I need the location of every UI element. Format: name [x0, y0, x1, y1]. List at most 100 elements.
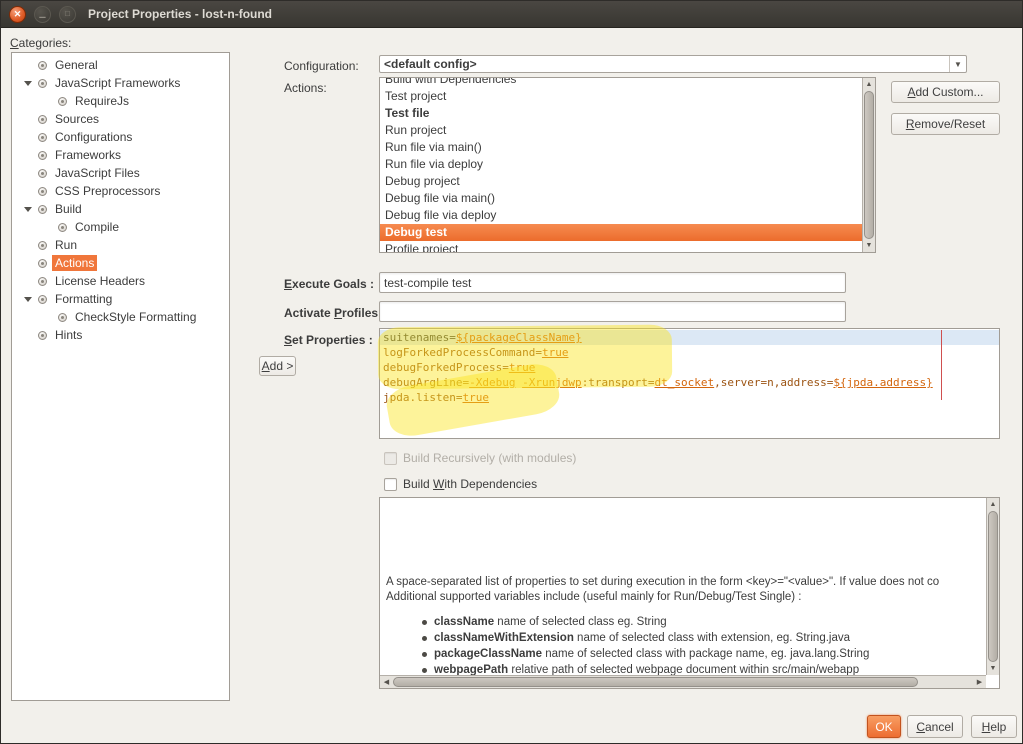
- window-close-icon[interactable]: ✕: [9, 5, 26, 23]
- scrollbar-thumb[interactable]: [864, 91, 874, 239]
- category-item-formatting[interactable]: Formatting: [18, 290, 229, 308]
- set-properties-editor[interactable]: suitenames=${packageClassName} logForkedP…: [379, 328, 1000, 439]
- category-bullet-icon: [38, 258, 47, 268]
- action-item[interactable]: Build with Dependencies: [380, 78, 862, 88]
- scroll-left-icon[interactable]: ◀: [380, 676, 393, 688]
- property-line[interactable]: suitenames=${packageClassName}: [380, 330, 999, 345]
- category-item-actions[interactable]: Actions: [18, 254, 229, 272]
- configuration-label: Configuration:: [284, 59, 359, 73]
- title-bar[interactable]: ✕ ▁ □ Project Properties - lost-n-found: [1, 1, 1022, 28]
- category-item-hints[interactable]: Hints: [18, 326, 229, 344]
- actions-label: Actions:: [284, 81, 327, 95]
- category-bullet-icon: [38, 330, 47, 340]
- categories-label: Categories:: [10, 36, 72, 50]
- scroll-up-icon[interactable]: ▲: [863, 78, 875, 91]
- category-item-label: License Headers: [55, 274, 146, 288]
- category-bullet-icon: [38, 150, 47, 160]
- category-item-sources[interactable]: Sources: [18, 110, 229, 128]
- scrollbar-thumb[interactable]: [988, 511, 998, 662]
- bullet-icon: [422, 635, 427, 641]
- expander-icon[interactable]: [18, 206, 38, 212]
- property-line[interactable]: debugArgLine=-Xdebug -Xrunjdwp:transport…: [380, 375, 999, 390]
- help-horizontal-scrollbar[interactable]: ◀ ▶: [380, 675, 986, 688]
- add-custom-button[interactable]: Add Custom...: [891, 81, 1000, 103]
- expander-icon[interactable]: [18, 80, 38, 86]
- help-paragraph-1: A space-separated list of properties to …: [386, 576, 940, 588]
- project-properties-dialog: ✕ ▁ □ Project Properties - lost-n-found …: [0, 0, 1023, 744]
- category-item-checkstyle-formatting[interactable]: CheckStyle Formatting: [18, 308, 229, 326]
- action-item[interactable]: Run file via main(): [380, 139, 862, 156]
- window-maximize-icon[interactable]: □: [59, 5, 76, 23]
- category-item-javascript-files[interactable]: JavaScript Files: [18, 164, 229, 182]
- category-item-label: Frameworks: [55, 148, 122, 162]
- action-item[interactable]: Profile project: [380, 241, 862, 252]
- property-line[interactable]: debugForkedProcess=true: [380, 360, 999, 375]
- action-item[interactable]: Test file: [380, 105, 862, 122]
- category-item-label: General: [55, 58, 98, 72]
- category-bullet-icon: [38, 240, 47, 250]
- property-line[interactable]: jpda.listen=true: [380, 390, 999, 405]
- category-bullet-icon: [38, 78, 47, 88]
- category-item-general[interactable]: General: [18, 56, 229, 74]
- category-item-frameworks[interactable]: Frameworks: [18, 146, 229, 164]
- scrollbar-thumb[interactable]: [393, 677, 918, 687]
- scroll-right-icon[interactable]: ▶: [973, 676, 986, 688]
- window-title: Project Properties - lost-n-found: [88, 7, 273, 21]
- build-with-dependencies-label: Build With Dependencies: [403, 477, 538, 491]
- actions-vertical-scrollbar[interactable]: ▲ ▼: [862, 78, 875, 252]
- configuration-combobox[interactable]: <default config> ▼: [379, 55, 967, 73]
- build-recursively-label: Build Recursively (with modules): [403, 451, 577, 465]
- property-line[interactable]: logForkedProcessCommand=true: [380, 345, 999, 360]
- chevron-down-icon[interactable]: ▼: [949, 56, 966, 72]
- checkbox-icon[interactable]: [384, 477, 397, 491]
- category-item-label: CSS Preprocessors: [55, 184, 161, 198]
- scroll-up-icon[interactable]: ▲: [987, 498, 999, 511]
- category-item-run[interactable]: Run: [18, 236, 229, 254]
- expander-icon[interactable]: [18, 296, 38, 302]
- configuration-value: <default config>: [384, 57, 477, 71]
- scroll-down-icon[interactable]: ▼: [987, 662, 999, 675]
- category-item-label: CheckStyle Formatting: [75, 310, 197, 324]
- action-item[interactable]: Run file via deploy: [380, 156, 862, 173]
- category-item-label: Hints: [55, 328, 83, 342]
- action-item[interactable]: Debug file via deploy: [380, 207, 862, 224]
- categories-tree[interactable]: General JavaScript Frameworks RequireJs Sou…: [11, 52, 230, 701]
- category-bullet-icon: [38, 204, 47, 214]
- activate-profiles-input[interactable]: [379, 301, 846, 322]
- category-item-compile[interactable]: Compile: [18, 218, 229, 236]
- help-bullet: className name of selected class eg. Str…: [422, 614, 869, 630]
- ok-button[interactable]: OK: [867, 715, 901, 738]
- category-item-javascript-frameworks[interactable]: JavaScript Frameworks: [18, 74, 229, 92]
- actions-listbox[interactable]: Build with Dependencies Test project Test …: [379, 77, 876, 253]
- set-properties-label: Set Properties :: [284, 333, 373, 347]
- category-item-css-preprocessors[interactable]: CSS Preprocessors: [18, 182, 229, 200]
- category-item-label: Formatting: [55, 292, 113, 306]
- window-minimize-icon[interactable]: ▁: [34, 5, 51, 23]
- action-item[interactable]: Run project: [380, 122, 862, 139]
- action-item[interactable]: Test project: [380, 88, 862, 105]
- category-item-license-headers[interactable]: License Headers: [18, 272, 229, 290]
- help-panel: A space-separated list of properties to …: [379, 497, 1000, 689]
- category-item-build[interactable]: Build: [18, 200, 229, 218]
- activate-profiles-label: Activate Profiles :: [284, 306, 386, 320]
- action-item[interactable]: Debug test: [380, 224, 862, 241]
- checkbox-icon: [384, 451, 397, 465]
- cancel-button[interactable]: Cancel: [907, 715, 963, 738]
- action-item[interactable]: Debug project: [380, 173, 862, 190]
- build-with-dependencies-checkbox[interactable]: Build With Dependencies: [384, 477, 537, 491]
- add-property-button[interactable]: Add >: [259, 356, 296, 376]
- bullet-icon: [422, 619, 427, 625]
- category-bullet-icon: [58, 96, 67, 106]
- action-item[interactable]: Debug file via main(): [380, 190, 862, 207]
- category-bullet-icon: [38, 276, 47, 286]
- category-bullet-icon: [58, 312, 67, 322]
- scroll-down-icon[interactable]: ▼: [863, 239, 875, 252]
- category-item-requirejs[interactable]: RequireJs: [18, 92, 229, 110]
- category-item-configurations[interactable]: Configurations: [18, 128, 229, 146]
- help-bullets: className name of selected class eg. Str…: [422, 614, 869, 678]
- category-item-label: Configurations: [55, 130, 133, 144]
- remove-reset-button[interactable]: Remove/Reset: [891, 113, 1000, 135]
- execute-goals-input[interactable]: [379, 272, 846, 293]
- help-vertical-scrollbar[interactable]: ▲ ▼: [986, 498, 999, 675]
- help-button[interactable]: Help: [971, 715, 1017, 738]
